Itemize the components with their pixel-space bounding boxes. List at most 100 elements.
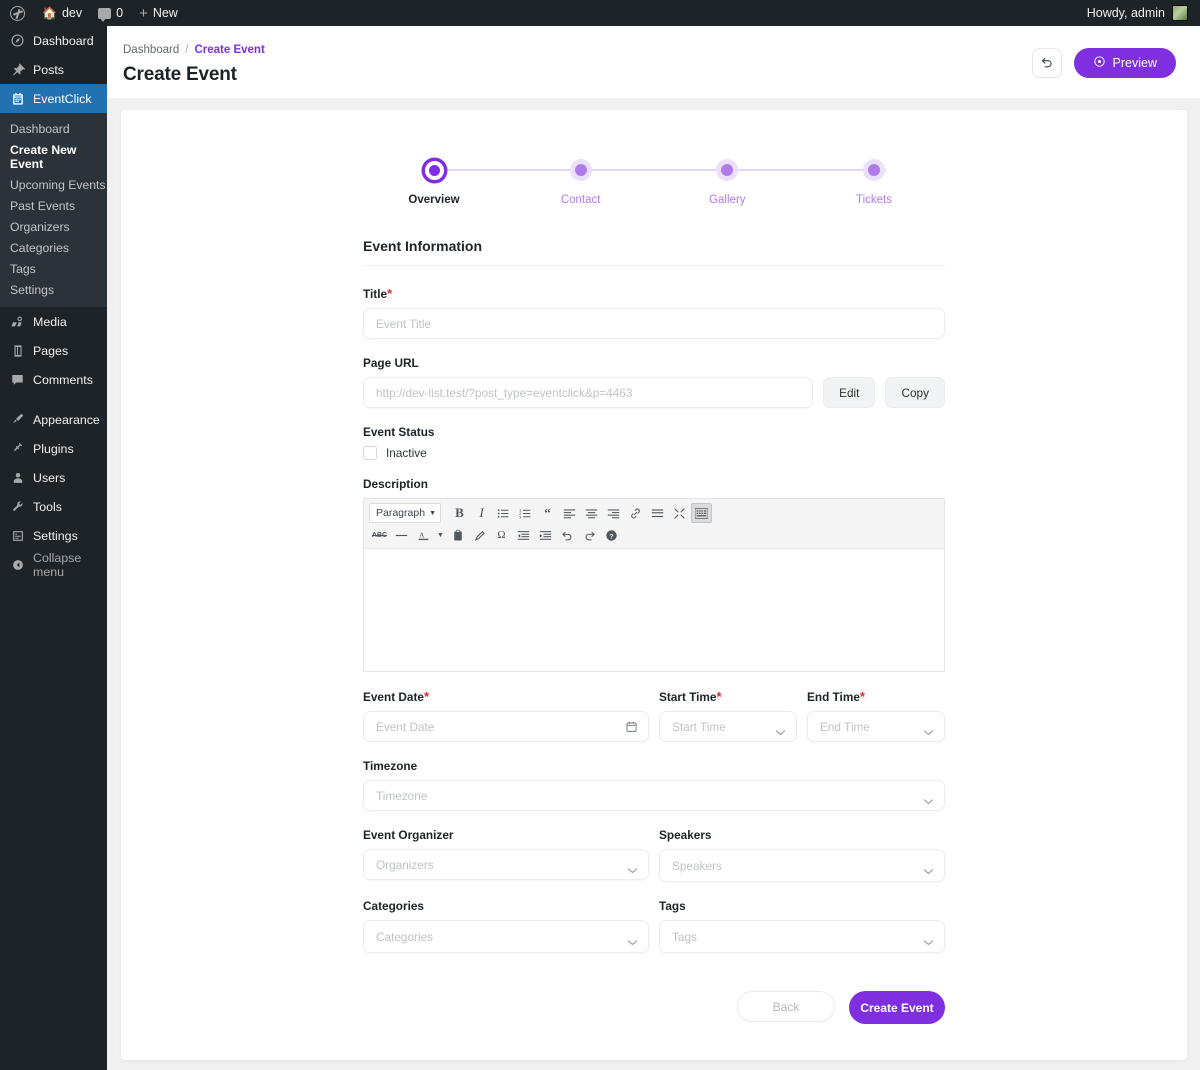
special-character-icon[interactable]: Ω (491, 525, 512, 545)
wrench-icon (9, 498, 26, 515)
sidebar-item-appearance[interactable]: Appearance (0, 405, 107, 434)
comments-button[interactable]: 0 (90, 0, 131, 26)
step-dot-wrap (541, 152, 621, 188)
preview-button[interactable]: Preview (1073, 48, 1176, 78)
page-url-input[interactable] (363, 377, 814, 408)
comment-bubble-icon (98, 7, 112, 22)
help-icon[interactable]: ? (601, 525, 622, 545)
sidebar-item-posts[interactable]: Posts (0, 55, 107, 84)
editor-toolbar: Paragraph ▼ B I 123 “ ABC A ▼ Ω ? (364, 499, 944, 549)
align-left-icon[interactable] (559, 503, 580, 523)
sidebar-item-plugins[interactable]: Plugins (0, 434, 107, 463)
submenu-item-settings[interactable]: Settings (0, 279, 107, 300)
italic-icon[interactable]: I (471, 503, 492, 523)
sidebar-item-pages[interactable]: Pages (0, 336, 107, 365)
breadcrumb: Dashboard / Create Event (123, 44, 265, 56)
comment-bubble-icon (9, 371, 26, 388)
color-dropdown-icon[interactable]: ▼ (435, 525, 446, 545)
site-name-button[interactable]: 🏠 dev (34, 0, 90, 26)
clear-formatting-icon[interactable] (469, 525, 490, 545)
submenu-item-categories[interactable]: Categories (0, 237, 107, 258)
timezone-select[interactable] (363, 780, 945, 811)
align-center-icon[interactable] (581, 503, 602, 523)
sidebar-label: Plugins (33, 441, 74, 456)
step-label: Gallery (709, 194, 746, 206)
outdent-icon[interactable] (513, 525, 534, 545)
event-organizer-select[interactable] (363, 849, 649, 880)
start-time-select[interactable] (659, 711, 797, 742)
required-marker: * (423, 689, 430, 704)
back-button[interactable]: Back (737, 991, 835, 1022)
submenu-item-dashboard[interactable]: Dashboard (0, 118, 107, 139)
account-menu[interactable]: Howdy, admin (1087, 5, 1200, 21)
title-input[interactable] (363, 308, 945, 339)
end-time-select[interactable] (807, 711, 945, 742)
horizontal-rule-icon[interactable] (391, 525, 412, 545)
wordpress-logo-button[interactable] (0, 0, 34, 26)
step-contact[interactable]: Contact (541, 152, 621, 206)
description-textarea[interactable] (364, 549, 944, 671)
start-time-label: Start Time* (659, 689, 797, 704)
wp-admin-bar: 🏠 dev 0 + New Howdy, admin (0, 0, 1200, 26)
calendar-icon[interactable] (625, 720, 638, 736)
date-time-row: Event Date* Start Time* (363, 689, 945, 742)
sidebar-item-eventclick[interactable]: EventClick (0, 84, 115, 113)
redo-icon[interactable] (579, 525, 600, 545)
speakers-select[interactable] (659, 849, 945, 882)
numbered-list-icon[interactable]: 123 (515, 503, 536, 523)
undo-icon[interactable] (557, 525, 578, 545)
paste-as-text-icon[interactable] (447, 525, 468, 545)
blockquote-icon[interactable]: “ (537, 503, 558, 523)
page-url-label: Page URL (363, 356, 419, 370)
undo-button[interactable] (1031, 48, 1062, 78)
inactive-checkbox[interactable] (363, 446, 377, 460)
link-icon[interactable] (625, 503, 646, 523)
copy-url-button[interactable]: Copy (885, 377, 945, 408)
svg-text:3: 3 (519, 514, 522, 519)
toolbar-toggle-icon[interactable] (691, 503, 712, 523)
step-dot-wrap (394, 152, 474, 188)
align-right-icon[interactable] (603, 503, 624, 523)
indent-icon[interactable] (535, 525, 556, 545)
new-content-button[interactable]: + New (131, 0, 186, 26)
tags-select[interactable] (659, 920, 945, 953)
submenu-item-tags[interactable]: Tags (0, 258, 107, 279)
text-color-icon[interactable]: A (413, 525, 434, 545)
paragraph-format-select[interactable]: Paragraph ▼ (369, 503, 441, 523)
event-date-input[interactable] (363, 711, 649, 742)
step-tickets[interactable]: Tickets (834, 152, 914, 206)
sidebar-item-tools[interactable]: Tools (0, 492, 107, 521)
strikethrough-icon[interactable]: ABC (369, 525, 390, 545)
breadcrumb-dashboard[interactable]: Dashboard (123, 44, 179, 56)
sidebar-item-media[interactable]: Media (0, 307, 107, 336)
dashboard-icon (9, 32, 26, 49)
categories-select[interactable] (363, 920, 649, 953)
sidebar-item-collapse-menu[interactable]: Collapse menu (0, 550, 107, 579)
create-event-button[interactable]: Create Event (849, 991, 945, 1024)
sidebar-item-settings[interactable]: Settings (0, 521, 107, 550)
media-icon (9, 313, 26, 330)
edit-url-button[interactable]: Edit (823, 377, 876, 408)
sidebar-item-dashboard[interactable]: Dashboard (0, 26, 107, 55)
sidebar-label: Dashboard (33, 33, 94, 48)
field-organizer-speakers-row: Event Organizer Speakers (363, 828, 945, 882)
sidebar-item-users[interactable]: Users (0, 463, 107, 492)
comments-count: 0 (116, 6, 124, 20)
submenu-item-upcoming-events[interactable]: Upcoming Events (0, 174, 107, 195)
submenu-item-create-new-event[interactable]: Create New Event (0, 139, 107, 174)
distraction-free-icon[interactable] (669, 503, 690, 523)
field-title: Title* (363, 286, 945, 339)
step-overview[interactable]: Overview (394, 152, 474, 206)
bulleted-list-icon[interactable] (493, 503, 514, 523)
sidebar-item-comments[interactable]: Comments (0, 365, 107, 394)
chevron-down-icon: ▼ (429, 509, 436, 517)
bold-icon[interactable]: B (449, 503, 470, 523)
field-end-time: End Time* (807, 689, 945, 742)
insert-more-icon[interactable] (647, 503, 668, 523)
event-date-label: Event Date* (363, 689, 649, 704)
submenu-item-past-events[interactable]: Past Events (0, 195, 107, 216)
sidebar-label: Comments (33, 372, 93, 387)
submenu-item-organizers[interactable]: Organizers (0, 216, 107, 237)
step-gallery[interactable]: Gallery (687, 152, 767, 206)
title-label-text: Title (363, 287, 388, 301)
